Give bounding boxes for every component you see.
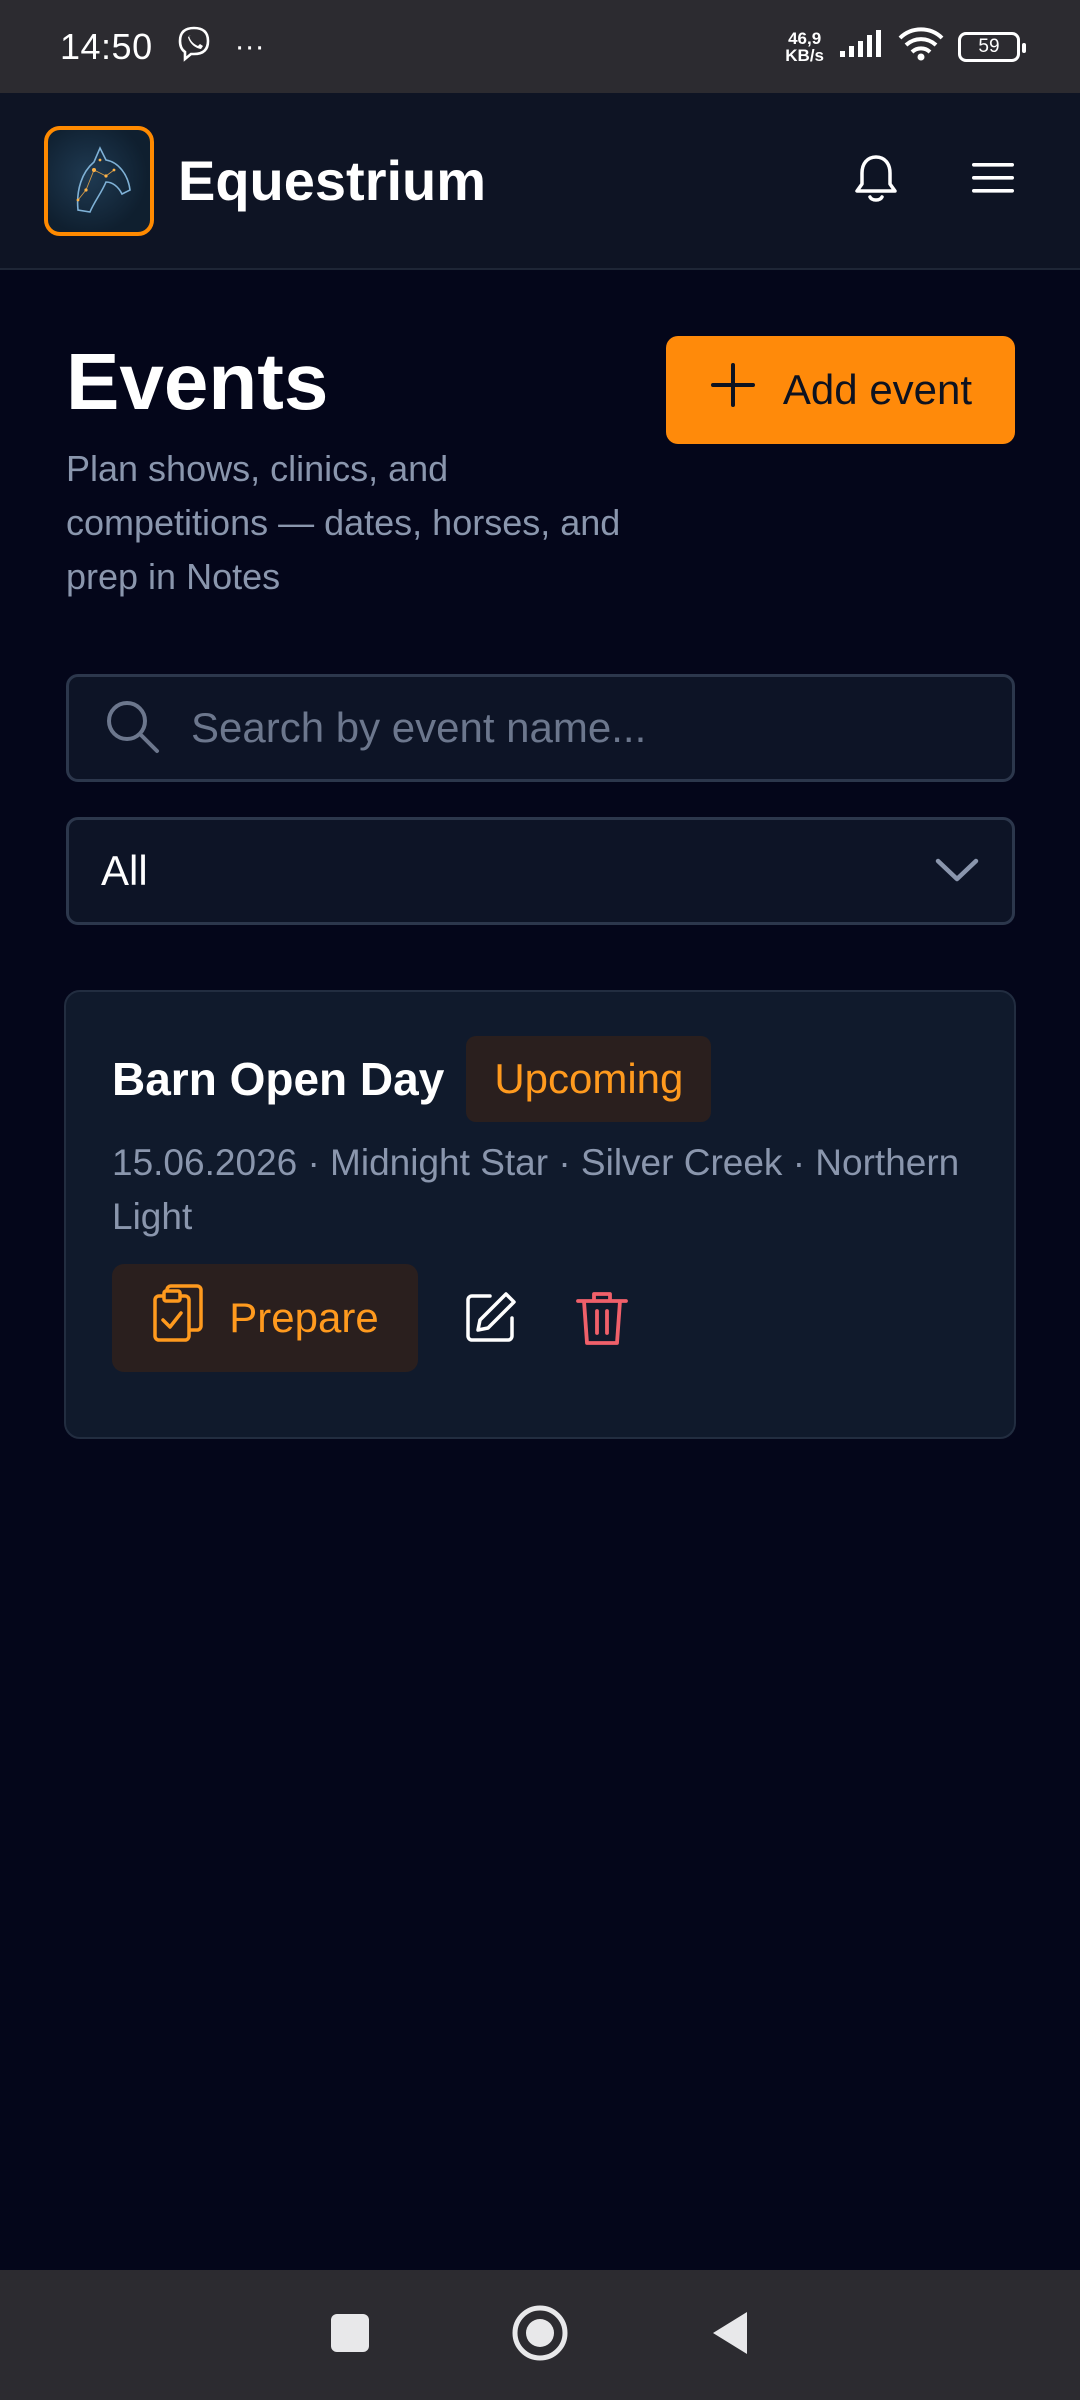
event-meta: 15.06.2026 · Midnight Star · Silver Cree… bbox=[112, 1142, 960, 1237]
status-filter-select[interactable]: All bbox=[66, 817, 1015, 925]
wifi-icon bbox=[898, 27, 944, 66]
page-title: Events bbox=[66, 337, 329, 426]
status-time: 14:50 bbox=[60, 25, 153, 67]
cellular-signal-icon bbox=[838, 29, 884, 64]
hamburger-menu-icon[interactable] bbox=[970, 160, 1016, 201]
add-event-button[interactable]: Add event bbox=[666, 336, 1015, 444]
battery-indicator: 59 bbox=[958, 31, 1026, 62]
bell-icon[interactable] bbox=[852, 152, 900, 209]
back-triangle-icon[interactable] bbox=[709, 2310, 751, 2361]
page-subtitle: Plan shows, clinics, and competitions — … bbox=[66, 448, 621, 597]
prepare-label: Prepare bbox=[229, 1294, 379, 1341]
viber-icon bbox=[175, 25, 213, 68]
home-circle-icon[interactable] bbox=[511, 2304, 569, 2367]
edit-event-button[interactable] bbox=[450, 1278, 530, 1358]
status-bar: 14:50 ··· 46,9 KB/s 59 bbox=[0, 0, 1080, 93]
add-event-label: Add event bbox=[782, 366, 973, 413]
delete-event-button[interactable] bbox=[562, 1278, 642, 1358]
event-title: Barn Open Day bbox=[112, 1053, 445, 1105]
status-badge: Upcoming bbox=[466, 1036, 712, 1122]
trash-icon bbox=[576, 1292, 628, 1345]
search-box[interactable] bbox=[66, 674, 1015, 782]
prepare-button[interactable]: Prepare bbox=[112, 1264, 418, 1372]
network-speed: 46,9 KB/s bbox=[785, 28, 824, 65]
pencil-icon bbox=[466, 1292, 516, 1342]
more-notifications-icon: ··· bbox=[234, 29, 265, 63]
search-input[interactable] bbox=[191, 704, 978, 752]
system-nav-bar bbox=[0, 2270, 1080, 2400]
horse-logo-icon bbox=[76, 145, 131, 213]
filter-selected-value: All bbox=[101, 847, 148, 894]
app-title: Equestrium bbox=[178, 149, 487, 212]
plus-icon bbox=[709, 361, 757, 419]
app-header: Equestrium bbox=[0, 93, 1080, 270]
clipboard-check-icon bbox=[151, 1282, 205, 1354]
chevron-down-icon bbox=[934, 847, 980, 895]
recents-square-icon[interactable] bbox=[329, 2312, 371, 2359]
search-icon bbox=[103, 697, 161, 760]
app-logo bbox=[44, 125, 154, 236]
event-card[interactable]: Barn Open Day Upcoming 15.06.2026 · Midn… bbox=[64, 990, 1016, 1439]
